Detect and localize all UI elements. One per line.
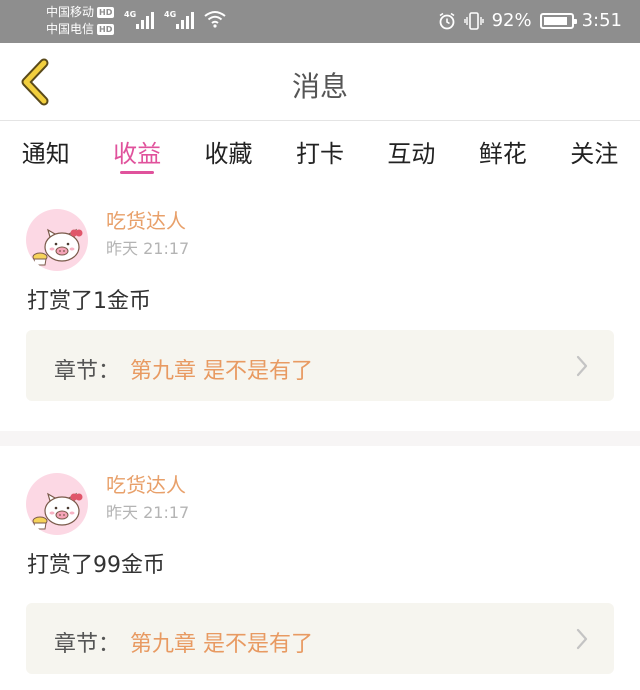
signal-icon-1: 4G — [124, 9, 154, 29]
avatar[interactable] — [26, 473, 88, 535]
tab-notifications[interactable]: 通知 — [0, 122, 91, 184]
chapter-link[interactable]: 章节： 第九章 是不是有了 — [26, 330, 614, 401]
page-title: 消息 — [291, 70, 348, 103]
vibrate-icon — [463, 11, 484, 30]
message-item: 吃货达人 昨天 21:17 打赏了99金币 章节： 第九章 是不是有了 — [0, 451, 640, 690]
status-bar: 中国移动 HD 中国电信 HD 4G 4G 92% 3:51 — [0, 0, 640, 43]
message-time: 昨天 21:17 — [106, 503, 190, 522]
username[interactable]: 吃货达人 — [106, 469, 186, 498]
battery-percent: 92% — [491, 10, 532, 31]
nav-header: 消息 — [0, 43, 640, 121]
pig-avatar-icon — [32, 492, 83, 530]
message-time: 昨天 21:17 — [106, 239, 190, 258]
chevron-right-icon — [576, 628, 588, 650]
battery-icon — [539, 12, 577, 29]
tab-following[interactable]: 关注 — [549, 122, 640, 184]
section-divider — [0, 431, 640, 446]
chapter-title: 第九章 是不是有了 — [130, 359, 313, 384]
pig-avatar-icon — [32, 228, 83, 266]
carrier-1: 中国移动 — [46, 5, 95, 19]
signal-icon-2: 4G — [164, 9, 194, 29]
carrier-info: 中国移动 HD 中国电信 HD — [46, 4, 115, 38]
avatar[interactable] — [26, 209, 88, 271]
tab-checkin[interactable]: 打卡 — [274, 122, 365, 184]
username[interactable]: 吃货达人 — [106, 205, 186, 234]
chapter-title: 第九章 是不是有了 — [130, 632, 313, 657]
hd-badge-1: HD — [97, 7, 115, 18]
chevron-right-icon — [576, 355, 588, 377]
hd-badge-2: HD — [97, 24, 115, 35]
clock: 3:51 — [581, 10, 622, 31]
chapter-link[interactable]: 章节： 第九章 是不是有了 — [26, 603, 614, 674]
tab-bar: 通知 收益 收藏 打卡 互动 鲜花 关注 — [0, 122, 640, 184]
chapter-label: 章节： — [54, 632, 121, 657]
wifi-icon — [204, 11, 226, 28]
message-item: 吃货达人 昨天 21:17 打赏了1金币 章节： 第九章 是不是有了 — [0, 187, 640, 431]
alarm-icon — [439, 12, 455, 29]
tab-favorites[interactable]: 收藏 — [183, 122, 274, 184]
message-text: 打赏了99金币 — [27, 553, 165, 578]
carrier-2: 中国电信 — [46, 22, 95, 36]
tab-earnings[interactable]: 收益 — [91, 122, 182, 184]
tab-flowers[interactable]: 鲜花 — [457, 122, 548, 184]
tab-interactions[interactable]: 互动 — [366, 122, 457, 184]
message-text: 打赏了1金币 — [27, 289, 151, 314]
chapter-label: 章节： — [54, 359, 121, 384]
